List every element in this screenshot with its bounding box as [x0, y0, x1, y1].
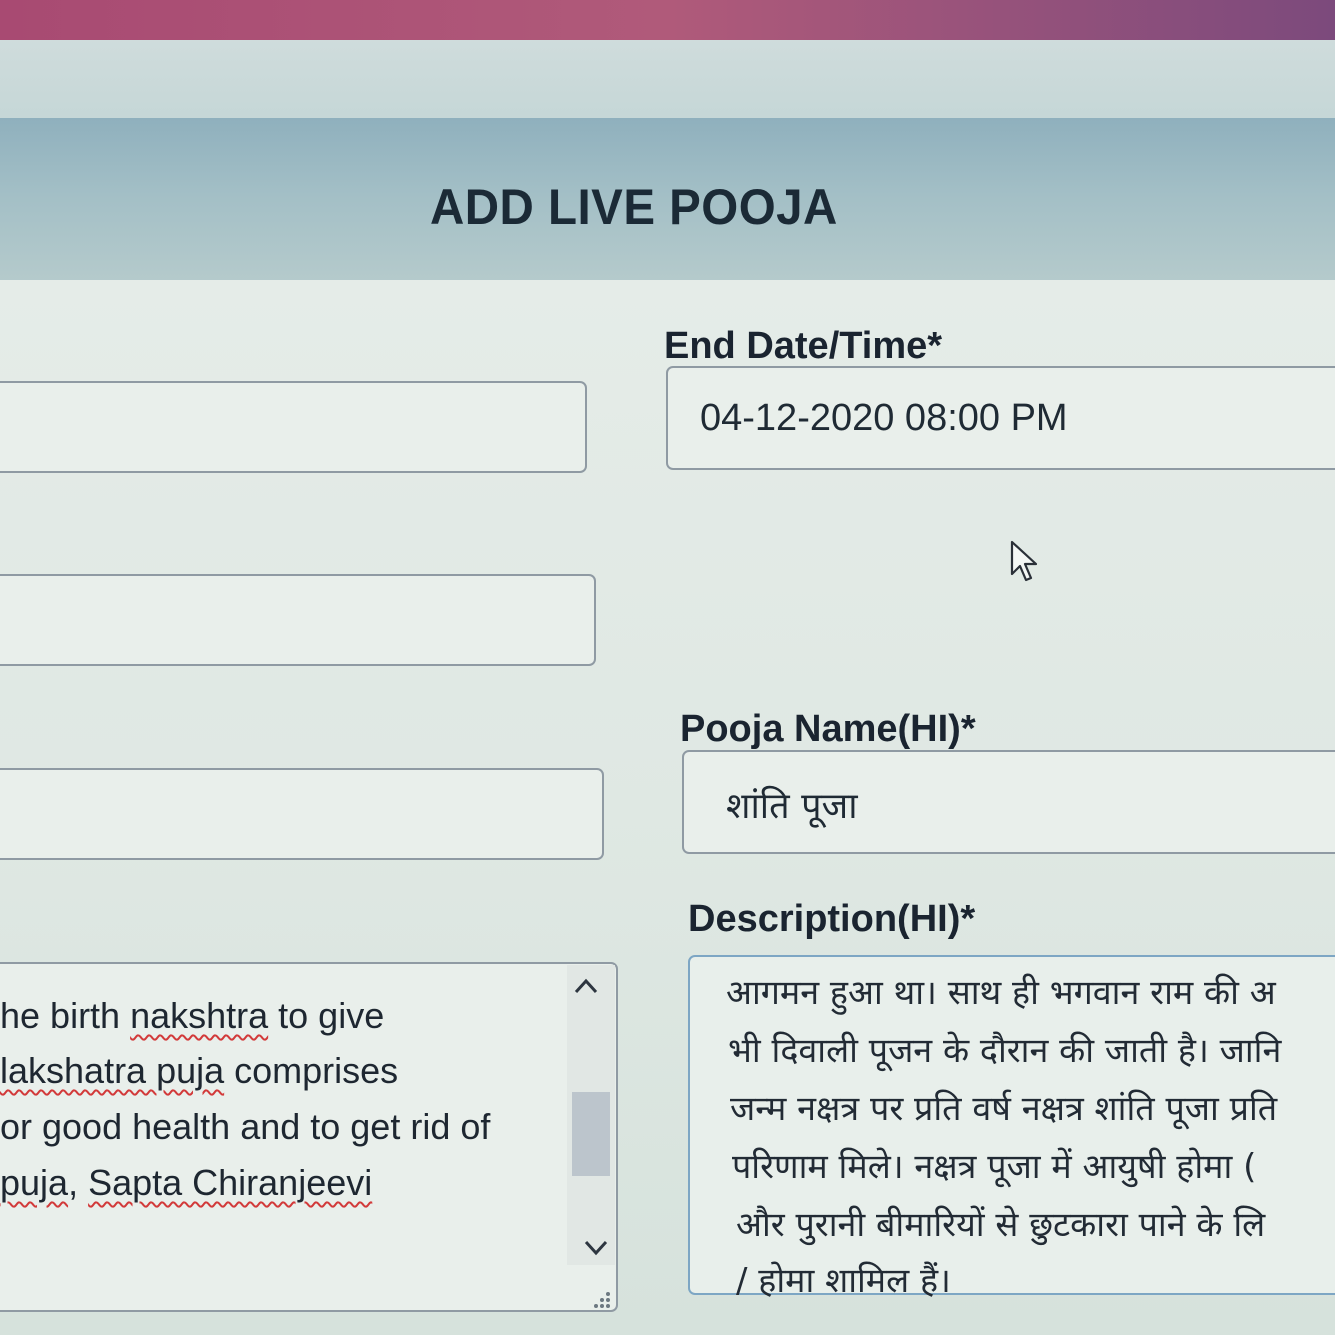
- description-en-line: lakshatra puja comprises: [0, 1050, 399, 1091]
- description-hi-line: / होमा शामिल हैं।: [736, 1261, 951, 1301]
- end-datetime-label: End Date/Time*: [664, 325, 943, 367]
- screen: ADD LIVE POOJA End Date/Time* 04-12-2020…: [0, 0, 1335, 1335]
- left-field-2-input[interactable]: [0, 574, 596, 666]
- description-hi-line: और पुरानी बीमारियों से छुटकारा पाने के ल…: [736, 1205, 1266, 1245]
- description-hi-line: भी दिवाली पूजन के दौरान की जाती है। जानि: [728, 1031, 1282, 1071]
- description-hi-line: आगमन हुआ था। साथ ही भगवान राम की अ: [726, 973, 1276, 1013]
- start-datetime-input[interactable]: [0, 381, 587, 473]
- mouse-pointer-icon: [1010, 540, 1038, 582]
- description-en-line: or good health and to get rid of: [0, 1106, 491, 1147]
- description-hi-line: परिणाम मिले। नक्षत्र पूजा में आयुषी होमा…: [732, 1147, 1257, 1187]
- description-en-line: he birth nakshtra to give: [0, 995, 385, 1036]
- description-en-line: puja, Sapta Chiranjeevi: [0, 1162, 373, 1203]
- window-top-band: [0, 40, 1335, 130]
- end-datetime-value: 04-12-2020 08:00 PM: [700, 397, 1068, 439]
- description-hi-line: जन्म नक्षत्र पर प्रति वर्ष नक्षत्र शांति…: [730, 1089, 1278, 1129]
- left-field-3-input[interactable]: [0, 768, 604, 860]
- description-hi-label: Description(HI)*: [688, 898, 976, 940]
- chevron-up-icon[interactable]: [572, 975, 600, 997]
- scrollbar-thumb[interactable]: [572, 1092, 610, 1176]
- page-title: ADD LIVE POOJA: [430, 179, 838, 235]
- pooja-name-hi-label: Pooja Name(HI)*: [680, 708, 976, 750]
- resize-grip-icon[interactable]: [588, 1288, 614, 1312]
- chevron-down-icon[interactable]: [582, 1236, 610, 1258]
- pooja-name-hi-value: शांति पूजा: [726, 786, 858, 827]
